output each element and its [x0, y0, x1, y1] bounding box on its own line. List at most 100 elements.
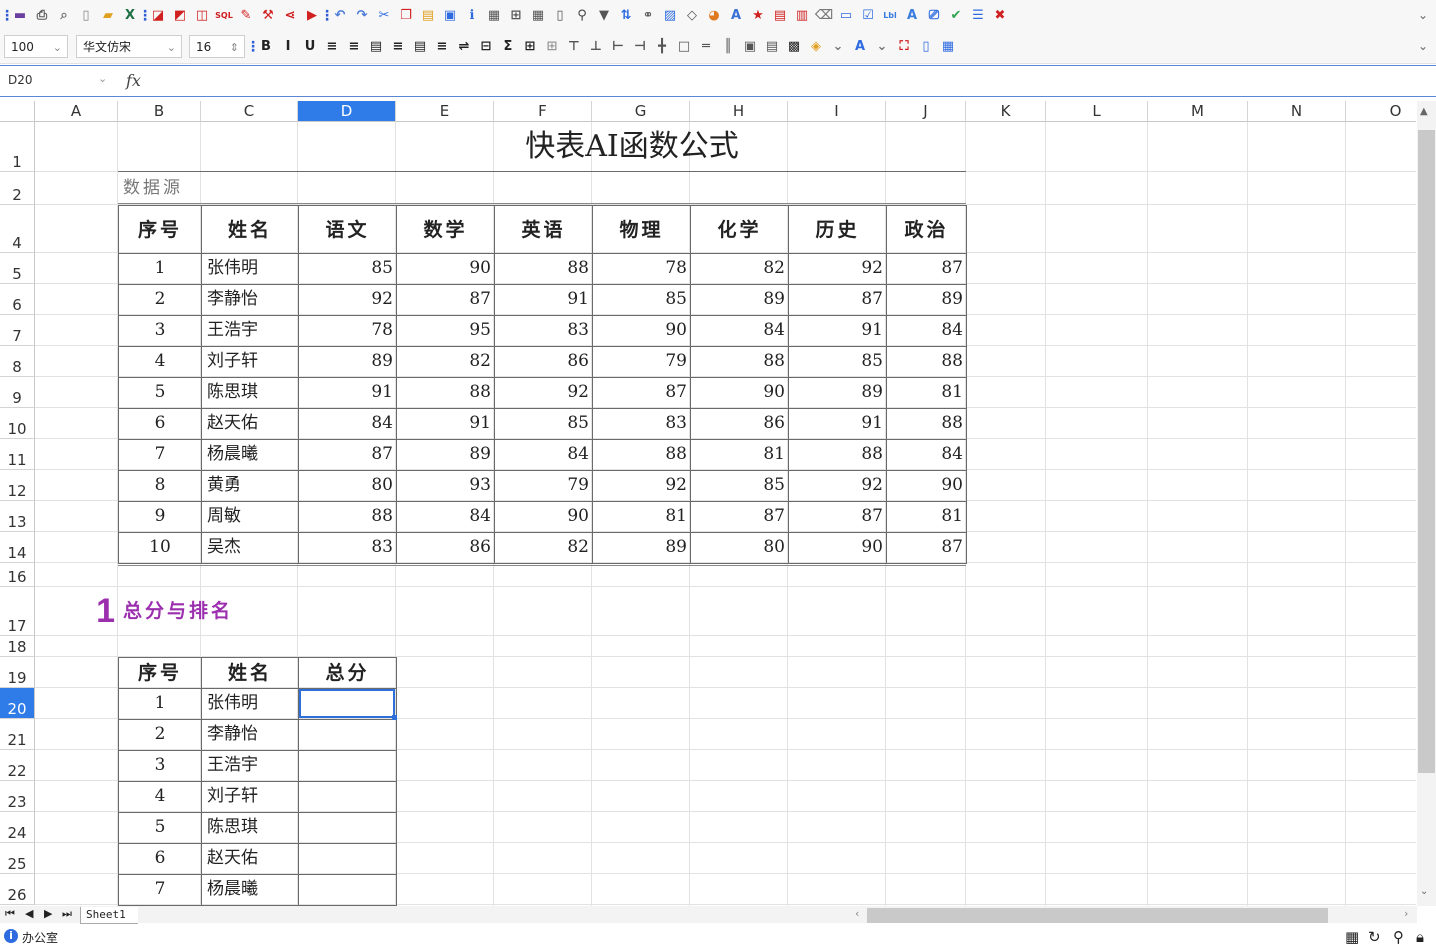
- table-cell[interactable]: 92: [298, 284, 397, 316]
- table-cell[interactable]: 82: [396, 346, 495, 378]
- table-cell[interactable]: 78: [298, 315, 397, 347]
- table-cell[interactable]: 张伟明: [201, 253, 299, 285]
- task-name-cell[interactable]: 杨晨曦: [201, 874, 299, 906]
- task-name-cell[interactable]: 刘子轩: [201, 781, 299, 813]
- prev-sheet-icon[interactable]: ◀: [25, 907, 33, 920]
- font-family-select[interactable]: 华文仿宋 ⌄: [76, 35, 182, 58]
- table-cell[interactable]: 周敏: [201, 501, 299, 533]
- border-right-icon[interactable]: ⊣: [630, 37, 650, 57]
- table-cell[interactable]: 90: [592, 315, 691, 347]
- row-header-4[interactable]: 4: [0, 205, 35, 253]
- table-cell[interactable]: 79: [592, 346, 691, 378]
- shape-icon[interactable]: ◇: [682, 6, 702, 26]
- column-header-f[interactable]: F: [494, 101, 592, 122]
- row-header-6[interactable]: 6: [0, 284, 35, 315]
- table-cell[interactable]: 82: [494, 532, 593, 564]
- align-bottom-icon[interactable]: ≡: [432, 37, 452, 57]
- table-cell[interactable]: 吴杰: [201, 532, 299, 564]
- sheet-tab[interactable]: Sheet1: [80, 907, 138, 924]
- table-cell[interactable]: 刘子轩: [201, 346, 299, 378]
- table-cell[interactable]: 7: [118, 439, 202, 471]
- table-cell[interactable]: 88: [396, 377, 495, 409]
- task-name-cell[interactable]: 王浩宇: [201, 750, 299, 782]
- list-icon[interactable]: ☰: [968, 6, 988, 26]
- table-cell[interactable]: 80: [690, 532, 789, 564]
- text-style-icon[interactable]: A: [726, 6, 746, 26]
- barcode-icon[interactable]: ▥: [792, 6, 812, 26]
- column-header-a[interactable]: A: [35, 101, 118, 122]
- mobile-icon[interactable]: ▯: [916, 37, 936, 57]
- print-preview-icon[interactable]: ⌕: [54, 6, 74, 26]
- last-sheet-icon[interactable]: ⏭: [62, 907, 72, 921]
- table-cell[interactable]: 87: [788, 284, 887, 316]
- table-cell[interactable]: 92: [788, 253, 887, 285]
- copy-icon[interactable]: ❐: [396, 6, 416, 26]
- filter-icon[interactable]: ▼: [594, 6, 614, 26]
- task-total-cell[interactable]: [298, 874, 397, 906]
- insert-image-icon[interactable]: ▨: [660, 6, 680, 26]
- chevron-down-icon[interactable]: ⌄: [98, 72, 107, 85]
- row-header-19[interactable]: 19: [0, 657, 35, 688]
- table-cell[interactable]: 81: [886, 377, 967, 409]
- table-cell[interactable]: 89: [788, 377, 887, 409]
- table-cell[interactable]: 82: [690, 253, 789, 285]
- grid-view-icon[interactable]: ▦: [1345, 928, 1359, 946]
- info-icon[interactable]: i: [4, 929, 18, 943]
- export-excel-icon[interactable]: X: [120, 6, 140, 26]
- table-icon[interactable]: ▦: [484, 6, 504, 26]
- task-name-cell[interactable]: 陈思琪: [201, 812, 299, 844]
- table-cell[interactable]: 84: [886, 315, 967, 347]
- table-cell[interactable]: 3: [118, 315, 202, 347]
- column-header-g[interactable]: G: [592, 101, 690, 122]
- redo-icon[interactable]: ↷: [352, 6, 372, 26]
- save-icon[interactable]: ▬: [10, 6, 30, 26]
- row-header-17[interactable]: 17: [0, 587, 35, 636]
- table-cell[interactable]: 84: [494, 439, 593, 471]
- column-header-n[interactable]: N: [1248, 101, 1346, 122]
- table-cell[interactable]: 85: [690, 470, 789, 502]
- border-left-icon[interactable]: ⊢: [608, 37, 628, 57]
- align-top-icon[interactable]: ≡: [388, 37, 408, 57]
- task-name-cell[interactable]: 张伟明: [201, 688, 299, 720]
- active-cell-selection[interactable]: [299, 689, 395, 718]
- table-cell[interactable]: 8: [118, 470, 202, 502]
- scroll-up-icon[interactable]: ▲: [1420, 106, 1428, 117]
- table-cell[interactable]: 90: [788, 532, 887, 564]
- next-sheet-icon[interactable]: ▶: [44, 907, 52, 920]
- table-cell[interactable]: 89: [886, 284, 967, 316]
- border-none-icon[interactable]: ⊞: [542, 37, 562, 57]
- border-vertical-icon[interactable]: ║: [718, 37, 738, 57]
- row-header-26[interactable]: 26: [0, 874, 35, 905]
- task-seq-cell[interactable]: 7: [118, 874, 202, 906]
- wrap-text-icon[interactable]: ⇌: [454, 37, 474, 57]
- task-seq-cell[interactable]: 6: [118, 843, 202, 875]
- fill-color-icon[interactable]: ◈: [806, 37, 826, 57]
- task-total-cell[interactable]: [298, 812, 397, 844]
- table-cell[interactable]: 87: [788, 501, 887, 533]
- row-header-22[interactable]: 22: [0, 750, 35, 781]
- pin-icon[interactable]: ⚲: [1393, 928, 1404, 946]
- column-header-e[interactable]: E: [396, 101, 494, 122]
- table-cell[interactable]: 92: [788, 470, 887, 502]
- table-cell[interactable]: 81: [592, 501, 691, 533]
- table-cell[interactable]: 86: [396, 532, 495, 564]
- row-header-7[interactable]: 7: [0, 315, 35, 346]
- border-top-icon[interactable]: ⊤: [564, 37, 584, 57]
- form-edit-icon[interactable]: ▤: [770, 6, 790, 26]
- sort-icon[interactable]: ⇅: [616, 6, 636, 26]
- scroll-down-icon[interactable]: ⌄: [1420, 886, 1428, 897]
- underline-icon[interactable]: U: [300, 37, 320, 57]
- align-center-icon[interactable]: ≡: [344, 37, 364, 57]
- qrcode-icon[interactable]: ▦: [938, 37, 958, 57]
- table-cell[interactable]: 85: [592, 284, 691, 316]
- first-sheet-icon[interactable]: ⏮: [5, 907, 15, 921]
- table-cell[interactable]: 88: [788, 439, 887, 471]
- task-name-cell[interactable]: 李静怡: [201, 719, 299, 751]
- table-cell[interactable]: 87: [886, 253, 967, 285]
- row-header-8[interactable]: 8: [0, 346, 35, 377]
- table-cell[interactable]: 81: [886, 501, 967, 533]
- close-icon[interactable]: ✖: [990, 6, 1010, 26]
- scroll-right-icon[interactable]: ›: [1404, 907, 1408, 920]
- link-icon[interactable]: ⚭: [638, 6, 658, 26]
- font-size-stepper[interactable]: 16 ⇕: [189, 35, 245, 58]
